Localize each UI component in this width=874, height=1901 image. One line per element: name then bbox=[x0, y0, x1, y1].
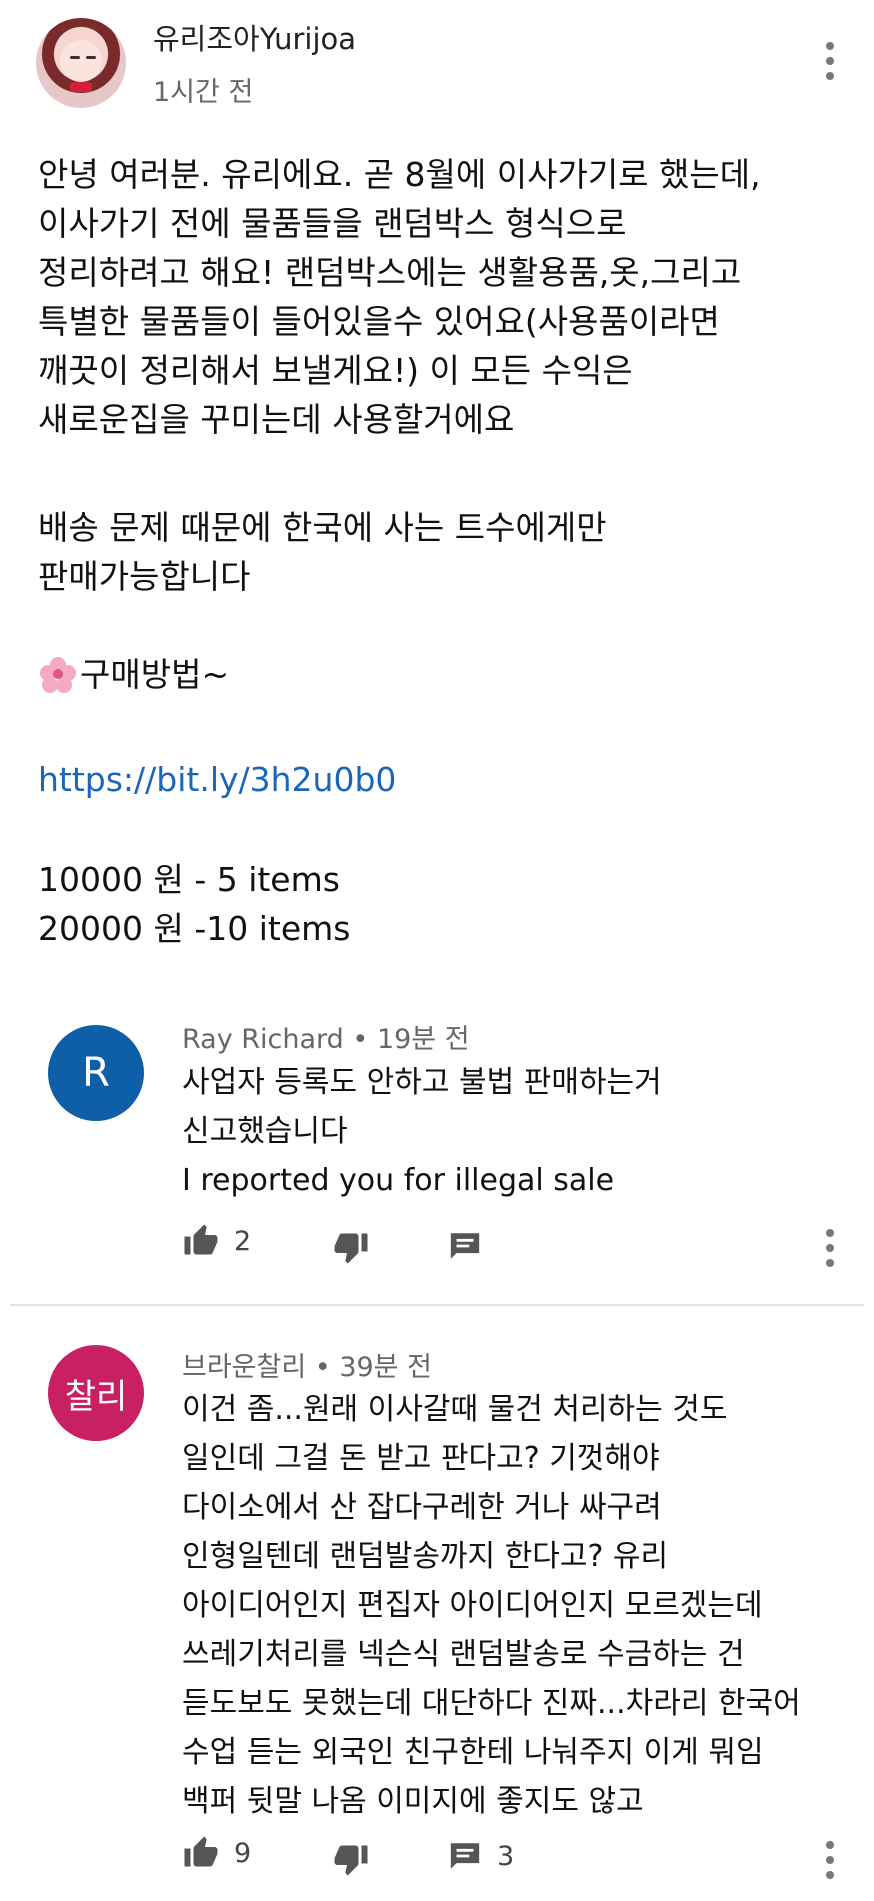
author-avatar[interactable] bbox=[36, 18, 126, 108]
reply-time: 39분 전 bbox=[339, 1352, 432, 1383]
more-vert-icon[interactable] bbox=[815, 1835, 845, 1885]
meta-separator: • bbox=[352, 1024, 369, 1055]
thumb-down-icon bbox=[334, 1845, 368, 1876]
reply-time: 19분 전 bbox=[376, 1024, 470, 1055]
reply-actions: 9 3 bbox=[182, 1835, 862, 1885]
dislike-button[interactable] bbox=[332, 1841, 370, 1877]
divider bbox=[10, 1304, 864, 1306]
price-list: 10000 원 - 5 items 20000 원 -10 items bbox=[38, 860, 351, 948]
thumb-up-icon bbox=[184, 1224, 218, 1255]
thumb-up-icon bbox=[184, 1836, 218, 1867]
thumb-down-icon bbox=[334, 1233, 368, 1264]
how-to-buy: 구매방법~ bbox=[38, 650, 229, 699]
reply-button[interactable]: 3 bbox=[447, 1839, 514, 1873]
like-button[interactable]: 9 bbox=[182, 1835, 251, 1871]
reply-button[interactable] bbox=[447, 1229, 497, 1263]
more-vert-icon[interactable] bbox=[815, 36, 845, 86]
reply-text: 이건 좀...원래 이사갈때 물건 처리하는 것도 일인데 그걸 돈 받고 판다… bbox=[182, 1392, 801, 1819]
cherry-blossom-icon bbox=[38, 655, 78, 695]
like-count: 9 bbox=[234, 1837, 252, 1869]
reply-actions: 2 bbox=[182, 1223, 862, 1273]
comment-icon bbox=[450, 1843, 480, 1869]
meta-separator: • bbox=[314, 1352, 331, 1383]
shipping-note: 배송 문제 때문에 한국에 사는 트수에게만 판매가능합니다 bbox=[38, 508, 607, 596]
timestamp: 1시간 전 bbox=[153, 77, 254, 108]
like-button[interactable]: 2 bbox=[182, 1223, 251, 1259]
reply-1: R Ray Richard • 19분 전 사업자 등록도 안하고 불법 판매하… bbox=[0, 1005, 874, 1305]
reply-author[interactable]: 브라운찰리 bbox=[182, 1352, 306, 1383]
like-count: 2 bbox=[234, 1225, 252, 1257]
purchase-link[interactable]: https://bit.ly/3h2u0b0 bbox=[38, 755, 396, 804]
more-vert-icon[interactable] bbox=[815, 1223, 845, 1273]
comment-icon bbox=[450, 1233, 480, 1259]
main-comment: 유리조아Yurijoa 1시간 전 안녕 여러분. 유리에요. 곧 8월에 이사… bbox=[0, 0, 874, 975]
dislike-button[interactable] bbox=[332, 1229, 370, 1265]
reply-2: 찰리 브라운찰리 • 39분 전 이건 좀...원래 이사갈때 물건 처리하는 … bbox=[0, 1335, 874, 1901]
reply-count: 3 bbox=[497, 1840, 515, 1872]
avatar[interactable]: 찰리 bbox=[48, 1345, 144, 1441]
reply-meta: Ray Richard • 19분 전 bbox=[182, 1017, 470, 1056]
author-name[interactable]: 유리조아Yurijoa bbox=[153, 16, 356, 58]
post-body-paragraph: 안녕 여러분. 유리에요. 곧 8월에 이사가기로 했는데, 이사가기 전에 물… bbox=[38, 155, 761, 439]
reply-text: 사업자 등록도 안하고 불법 판매하는거 신고했습니다 I reported y… bbox=[182, 1065, 662, 1198]
avatar[interactable]: R bbox=[48, 1025, 144, 1121]
reply-meta: 브라운찰리 • 39분 전 bbox=[182, 1345, 432, 1384]
reply-author[interactable]: Ray Richard bbox=[182, 1024, 344, 1055]
how-to-buy-label: 구매방법~ bbox=[80, 655, 230, 694]
